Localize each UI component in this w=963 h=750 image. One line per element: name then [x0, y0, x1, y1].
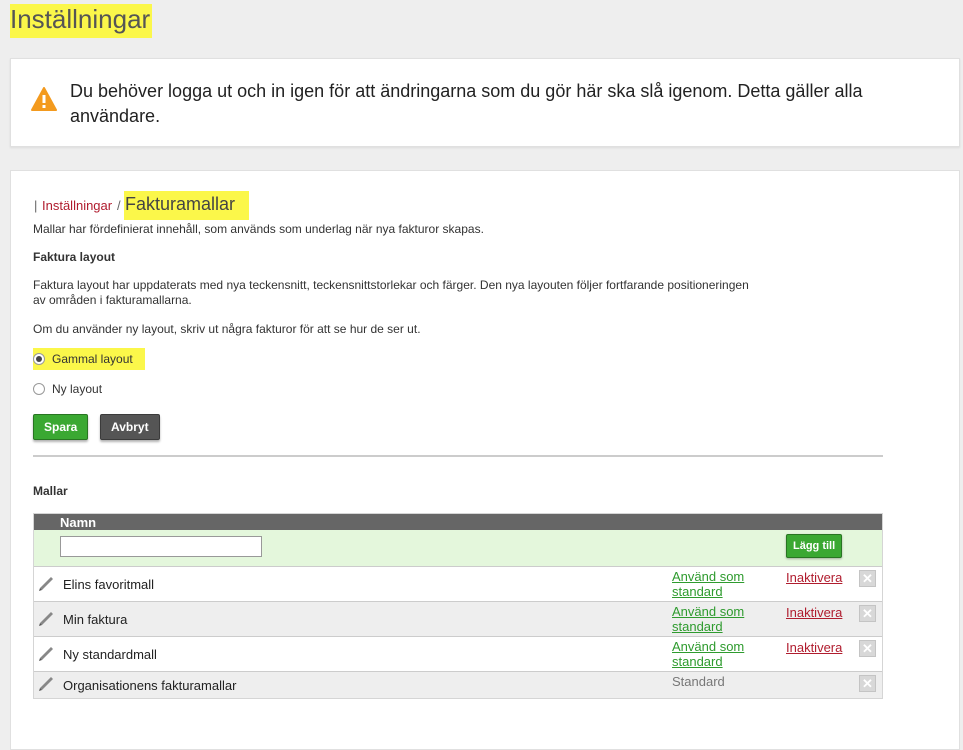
- delete-icon[interactable]: ✕: [859, 605, 876, 622]
- cancel-button[interactable]: Avbryt: [100, 414, 160, 440]
- table-row: Elins favoritmall Använd som standard Ina…: [34, 567, 882, 602]
- use-as-standard-link[interactable]: Använd som standard: [672, 569, 744, 599]
- notice-text: Du behöver logga ut och in igen för att …: [70, 81, 863, 126]
- table-row: Ny standardmall Använd som standard Inakt…: [34, 637, 882, 672]
- templates-table: Namn Lägg till Elins favoritmall Använd …: [33, 513, 883, 699]
- intro-text: Mallar har fördefinierat innehåll, som a…: [33, 222, 484, 236]
- pencil-icon[interactable]: [38, 645, 56, 661]
- delete-icon[interactable]: ✕: [859, 675, 876, 692]
- warning-icon: [31, 87, 57, 111]
- standard-label: Standard: [672, 674, 725, 689]
- breadcrumb-slash: /: [117, 198, 121, 213]
- page-title: Inställningar: [10, 4, 153, 38]
- add-template-row: Lägg till: [34, 530, 882, 567]
- breadcrumb-separator: |: [34, 198, 38, 213]
- table-row: Min faktura Använd som standard Inaktiver…: [34, 602, 882, 637]
- use-as-standard-link[interactable]: Använd som standard: [672, 604, 744, 634]
- radio-button-checked[interactable]: [33, 353, 45, 365]
- layout-tip: Om du använder ny layout, skriv ut några…: [33, 322, 421, 336]
- delete-icon[interactable]: ✕: [859, 570, 876, 587]
- inactivate-link[interactable]: Inaktivera: [786, 605, 842, 620]
- delete-icon[interactable]: ✕: [859, 640, 876, 657]
- templates-heading: Mallar: [33, 484, 68, 498]
- layout-heading: Faktura layout: [33, 250, 116, 264]
- column-header-name: Namn: [60, 515, 97, 530]
- template-name: Min faktura: [63, 612, 128, 627]
- template-name: Elins favoritmall: [63, 577, 155, 592]
- template-name-input[interactable]: [60, 536, 262, 557]
- radio-label: Ny layout: [52, 382, 103, 396]
- radio-label: Gammal layout: [52, 352, 133, 366]
- templates-panel: | Inställningar / Fakturamallar Mallar h…: [10, 170, 960, 750]
- inactivate-link[interactable]: Inaktivera: [786, 640, 842, 655]
- save-button[interactable]: Spara: [33, 414, 89, 440]
- breadcrumb-link-settings[interactable]: Inställningar: [42, 198, 112, 213]
- divider: [33, 455, 883, 457]
- table-row: Organisationens fakturamallar Standard ✕: [34, 672, 882, 698]
- pencil-icon[interactable]: [38, 575, 56, 591]
- logout-notice: Du behöver logga ut och in igen för att …: [10, 58, 960, 147]
- layout-description: Faktura layout har uppdaterats med nya t…: [33, 278, 749, 307]
- add-button[interactable]: Lägg till: [786, 534, 843, 558]
- table-header: Namn: [34, 514, 882, 530]
- radio-new-layout[interactable]: Ny layout: [33, 379, 102, 399]
- radio-button[interactable]: [33, 383, 45, 395]
- inactivate-link[interactable]: Inaktivera: [786, 570, 842, 585]
- use-as-standard-link[interactable]: Använd som standard: [672, 639, 744, 669]
- breadcrumb-current: Fakturamallar: [124, 191, 250, 220]
- pencil-icon[interactable]: [38, 675, 56, 691]
- template-name: Organisationens fakturamallar: [63, 678, 237, 693]
- radio-old-layout[interactable]: Gammal layout: [33, 348, 145, 370]
- template-name: Ny standardmall: [63, 647, 157, 662]
- pencil-icon[interactable]: [38, 610, 56, 626]
